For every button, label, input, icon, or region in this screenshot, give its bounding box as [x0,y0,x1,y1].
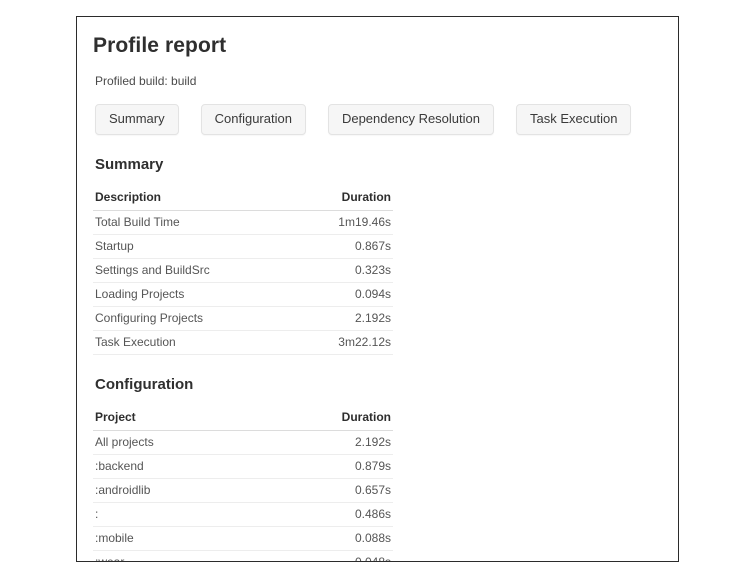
configuration-column-duration: Duration [283,406,393,431]
configuration-row-label: :androidlib [93,478,283,503]
summary-row-duration: 1m19.46s [283,210,393,235]
table-row: Startup 0.867s [93,234,393,259]
configuration-row-label: : [93,502,283,527]
tab-bar: Summary Configuration Dependency Resolut… [95,104,660,135]
table-header-row: Description Duration [93,186,393,211]
configuration-heading: Configuration [95,376,194,393]
summary-row-label: Loading Projects [93,282,283,307]
summary-row-duration: 0.323s [283,258,393,283]
page-title: Profile report [93,34,227,57]
configuration-row-label: :mobile [93,526,283,551]
table-row: All projects 2.192s [93,430,393,455]
report-content: Profile report Profiled build: build Sum… [77,17,678,561]
summary-row-label: Total Build Time [93,210,283,235]
summary-section: Summary Description Duration Total Build… [93,155,660,355]
table-row: : 0.486s [93,502,393,527]
configuration-section: Configuration Project Duration All proje… [93,375,660,561]
table-row: :mobile 0.088s [93,526,393,551]
configuration-row-label: All projects [93,430,283,455]
table-row: Task Execution 3m22.12s [93,330,393,355]
table-row: Total Build Time 1m19.46s [93,210,393,235]
table-row: :androidlib 0.657s [93,478,393,503]
configuration-row-duration: 0.879s [283,454,393,479]
summary-row-duration: 0.867s [283,234,393,259]
profiled-build-label: Profiled build: build [95,74,197,88]
tab-summary[interactable]: Summary [95,104,179,135]
table-header-row: Project Duration [93,406,393,431]
configuration-row-duration: 0.048s [283,550,393,561]
tab-dependency-resolution[interactable]: Dependency Resolution [327,104,494,135]
configuration-column-project: Project [93,406,283,431]
summary-column-duration: Duration [283,186,393,211]
summary-row-label: Task Execution [93,330,283,355]
configuration-row-duration: 2.192s [283,430,393,455]
configuration-table: Project Duration All projects 2.192s :ba… [93,406,393,561]
table-row: :wear 0.048s [93,550,393,561]
tab-task-execution[interactable]: Task Execution [516,104,632,135]
summary-heading: Summary [95,156,164,173]
summary-row-label: Startup [93,234,283,259]
table-row: Loading Projects 0.094s [93,282,393,307]
configuration-row-duration: 0.088s [283,526,393,551]
screen: Profile report Profiled build: build Sum… [0,0,743,579]
summary-table: Description Duration Total Build Time 1m… [93,186,393,355]
configuration-row-label: :wear [93,550,283,561]
configuration-row-label: :backend [93,454,283,479]
summary-row-label: Settings and BuildSrc [93,258,283,283]
configuration-row-duration: 0.486s [283,502,393,527]
summary-row-duration: 0.094s [283,282,393,307]
table-row: :backend 0.879s [93,454,393,479]
table-row: Configuring Projects 2.192s [93,306,393,331]
configuration-row-duration: 0.657s [283,478,393,503]
tab-configuration[interactable]: Configuration [200,104,306,135]
summary-row-duration: 3m22.12s [283,330,393,355]
profile-report-container: Profile report Profiled build: build Sum… [76,16,679,562]
summary-row-duration: 2.192s [283,306,393,331]
summary-row-label: Configuring Projects [93,306,283,331]
summary-column-description: Description [93,186,283,211]
table-row: Settings and BuildSrc 0.323s [93,258,393,283]
